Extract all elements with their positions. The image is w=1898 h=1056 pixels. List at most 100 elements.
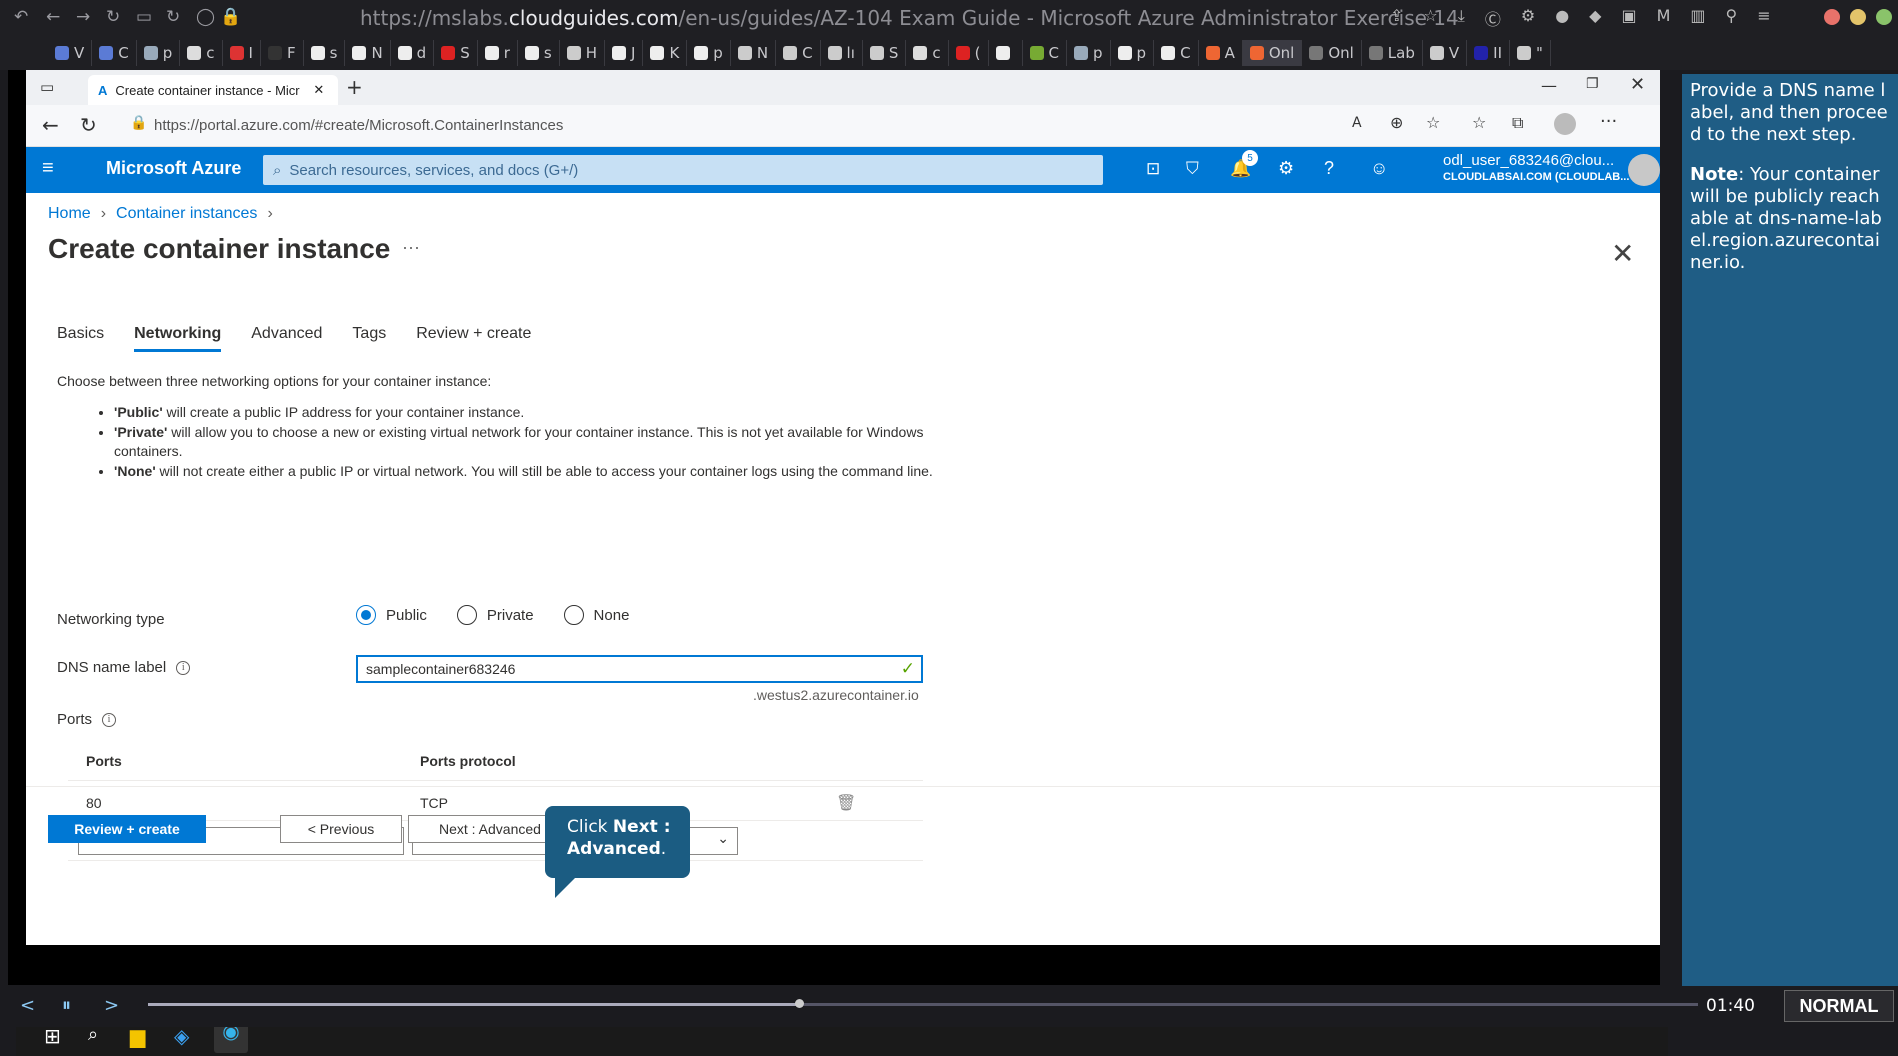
share-icon[interactable]: ⇪ bbox=[1390, 6, 1403, 30]
pin-icon[interactable]: ⚲ bbox=[1726, 6, 1738, 30]
radio-none[interactable]: None bbox=[563, 605, 629, 625]
book-icon[interactable]: ▥ bbox=[1690, 6, 1705, 30]
mode-badge[interactable]: NORMAL bbox=[1784, 990, 1894, 1022]
host-tab[interactable]: p bbox=[1067, 40, 1111, 66]
host-tab[interactable]: Lab bbox=[1362, 40, 1423, 66]
new-tab-icon[interactable]: + bbox=[346, 75, 363, 99]
history-icon[interactable]: ↻ bbox=[106, 7, 120, 27]
tab-advanced[interactable]: Advanced bbox=[251, 325, 322, 352]
host-tab[interactable]: C bbox=[92, 40, 137, 66]
windows-start-icon[interactable]: ⊞ bbox=[44, 1024, 68, 1048]
host-tab[interactable]: s bbox=[518, 40, 560, 66]
breadcrumb-home[interactable]: Home bbox=[48, 205, 91, 223]
settings-icon[interactable]: ⚙ bbox=[1278, 158, 1294, 179]
back-icon[interactable]: ← bbox=[42, 113, 59, 137]
forward-icon[interactable]: → bbox=[76, 7, 90, 27]
tab-actions-icon[interactable]: ▭ bbox=[40, 78, 54, 96]
extension-c-icon[interactable]: Ⓒ bbox=[1485, 6, 1501, 30]
close-window-icon[interactable] bbox=[1824, 9, 1840, 25]
previous-button[interactable]: < Previous bbox=[280, 815, 402, 843]
feedback-icon[interactable]: ☺ bbox=[1370, 158, 1388, 179]
host-tab[interactable]: S bbox=[863, 40, 907, 66]
hamburger-icon[interactable]: ≡ bbox=[42, 157, 54, 180]
radio-private[interactable]: Private bbox=[456, 605, 534, 625]
directory-filter-icon[interactable]: ⛉ bbox=[1186, 159, 1199, 179]
reload-icon[interactable]: ↻ bbox=[166, 7, 180, 27]
host-tab[interactable]: C bbox=[1154, 40, 1199, 66]
file-explorer-icon[interactable]: ▆ bbox=[130, 1024, 154, 1048]
cloud-shell-icon[interactable]: ⊡ bbox=[1146, 159, 1160, 179]
azure-brand[interactable]: Microsoft Azure bbox=[106, 158, 241, 179]
host-tab[interactable]: ( bbox=[949, 40, 989, 66]
host-tab[interactable]: I bbox=[223, 40, 261, 66]
host-tab[interactable]: F bbox=[261, 40, 304, 66]
host-tab[interactable]: Onl bbox=[1302, 40, 1362, 66]
close-tab-icon[interactable]: ✕ bbox=[313, 82, 324, 98]
more-icon[interactable]: ··· bbox=[1600, 111, 1617, 132]
minimize-icon[interactable]: — bbox=[1541, 76, 1557, 95]
progress-knob[interactable] bbox=[795, 999, 804, 1008]
host-tab[interactable]: N bbox=[345, 40, 391, 66]
edge-active-tab[interactable]: A Create container instance - Micr ✕ bbox=[88, 75, 338, 105]
read-aloud-icon[interactable]: A bbox=[1352, 115, 1362, 131]
host-tab[interactable]: V bbox=[1423, 40, 1468, 66]
puzzle-icon[interactable]: ⚙ bbox=[1521, 6, 1535, 30]
breadcrumb-container-instances[interactable]: Container instances bbox=[116, 205, 257, 223]
host-tab[interactable]: A bbox=[1199, 40, 1243, 66]
pause-icon[interactable]: ⏸ bbox=[62, 995, 71, 1016]
previous-step-icon[interactable]: < bbox=[20, 995, 35, 1016]
host-tab[interactable]: " bbox=[1510, 40, 1551, 66]
host-tab[interactable]: C bbox=[776, 40, 821, 66]
minimize-window-icon[interactable] bbox=[1850, 9, 1866, 25]
host-tab[interactable]: s bbox=[304, 40, 346, 66]
vscode-icon[interactable]: ◈ bbox=[174, 1024, 198, 1048]
host-tab[interactable]: c bbox=[906, 40, 949, 66]
star-icon[interactable]: ☆ bbox=[1423, 6, 1437, 30]
dns-name-input[interactable]: samplecontainer683246 ✓ bbox=[356, 655, 923, 683]
tab-tags[interactable]: Tags bbox=[352, 325, 386, 352]
download-icon[interactable]: ⤓ bbox=[1458, 6, 1465, 30]
favorites-bar-icon[interactable]: ☆ bbox=[1472, 113, 1486, 132]
md-icon[interactable]: M bbox=[1657, 6, 1671, 30]
host-tab[interactable]: K bbox=[643, 40, 688, 66]
host-tab[interactable]: Onl bbox=[1242, 40, 1303, 66]
help-icon[interactable]: ? bbox=[1324, 158, 1334, 179]
host-tab[interactable]: lı bbox=[821, 40, 863, 66]
review-create-button[interactable]: Review + create bbox=[48, 815, 206, 843]
sidebar-icon[interactable]: ▭ bbox=[136, 7, 152, 27]
tab-review-create[interactable]: Review + create bbox=[416, 325, 531, 352]
undo-icon[interactable]: ↶ bbox=[14, 7, 28, 27]
host-tab[interactable]: c bbox=[180, 40, 223, 66]
host-tab[interactable]: C bbox=[1023, 40, 1068, 66]
profile-icon[interactable] bbox=[1554, 113, 1576, 135]
host-address-bar[interactable]: https://mslabs.cloudguides.com/en-us/gui… bbox=[360, 6, 1459, 30]
back-icon[interactable]: ← bbox=[46, 7, 60, 27]
host-tab[interactable] bbox=[989, 40, 1023, 66]
host-tab[interactable]: p bbox=[1111, 40, 1155, 66]
info-icon[interactable]: i bbox=[176, 660, 191, 675]
host-tab[interactable]: r bbox=[478, 40, 518, 66]
host-tab[interactable]: p bbox=[687, 40, 731, 66]
extension-icon[interactable]: ▣ bbox=[1621, 6, 1636, 30]
ublock-icon[interactable]: ◆ bbox=[1589, 6, 1601, 30]
tab-basics[interactable]: Basics bbox=[57, 325, 104, 352]
next-step-icon[interactable]: > bbox=[104, 995, 119, 1016]
host-tab[interactable]: II bbox=[1467, 40, 1510, 66]
host-tab[interactable]: V bbox=[48, 40, 93, 66]
info-icon[interactable]: i bbox=[102, 712, 117, 727]
menu-icon[interactable]: ≡ bbox=[1757, 6, 1770, 30]
search-icon[interactable]: ⌕ bbox=[88, 1024, 112, 1048]
avatar[interactable] bbox=[1628, 154, 1660, 186]
radio-public[interactable]: Public bbox=[356, 605, 427, 625]
address-url[interactable]: https://portal.azure.com/#create/Microso… bbox=[154, 117, 563, 134]
azure-search-input[interactable]: ⌕ Search resources, services, and docs (… bbox=[263, 155, 1103, 185]
tab-networking[interactable]: Networking bbox=[134, 325, 222, 352]
close-blade-icon[interactable]: ✕ bbox=[1611, 237, 1634, 270]
maximize-window-icon[interactable] bbox=[1876, 9, 1892, 25]
host-tab[interactable]: N bbox=[731, 40, 777, 66]
refresh-icon[interactable]: ↻ bbox=[80, 113, 97, 137]
host-tab[interactable]: p bbox=[137, 40, 181, 66]
close-icon[interactable]: ✕ bbox=[1630, 74, 1645, 95]
host-tab[interactable]: H bbox=[560, 40, 606, 66]
more-options-icon[interactable]: ··· bbox=[402, 237, 420, 258]
